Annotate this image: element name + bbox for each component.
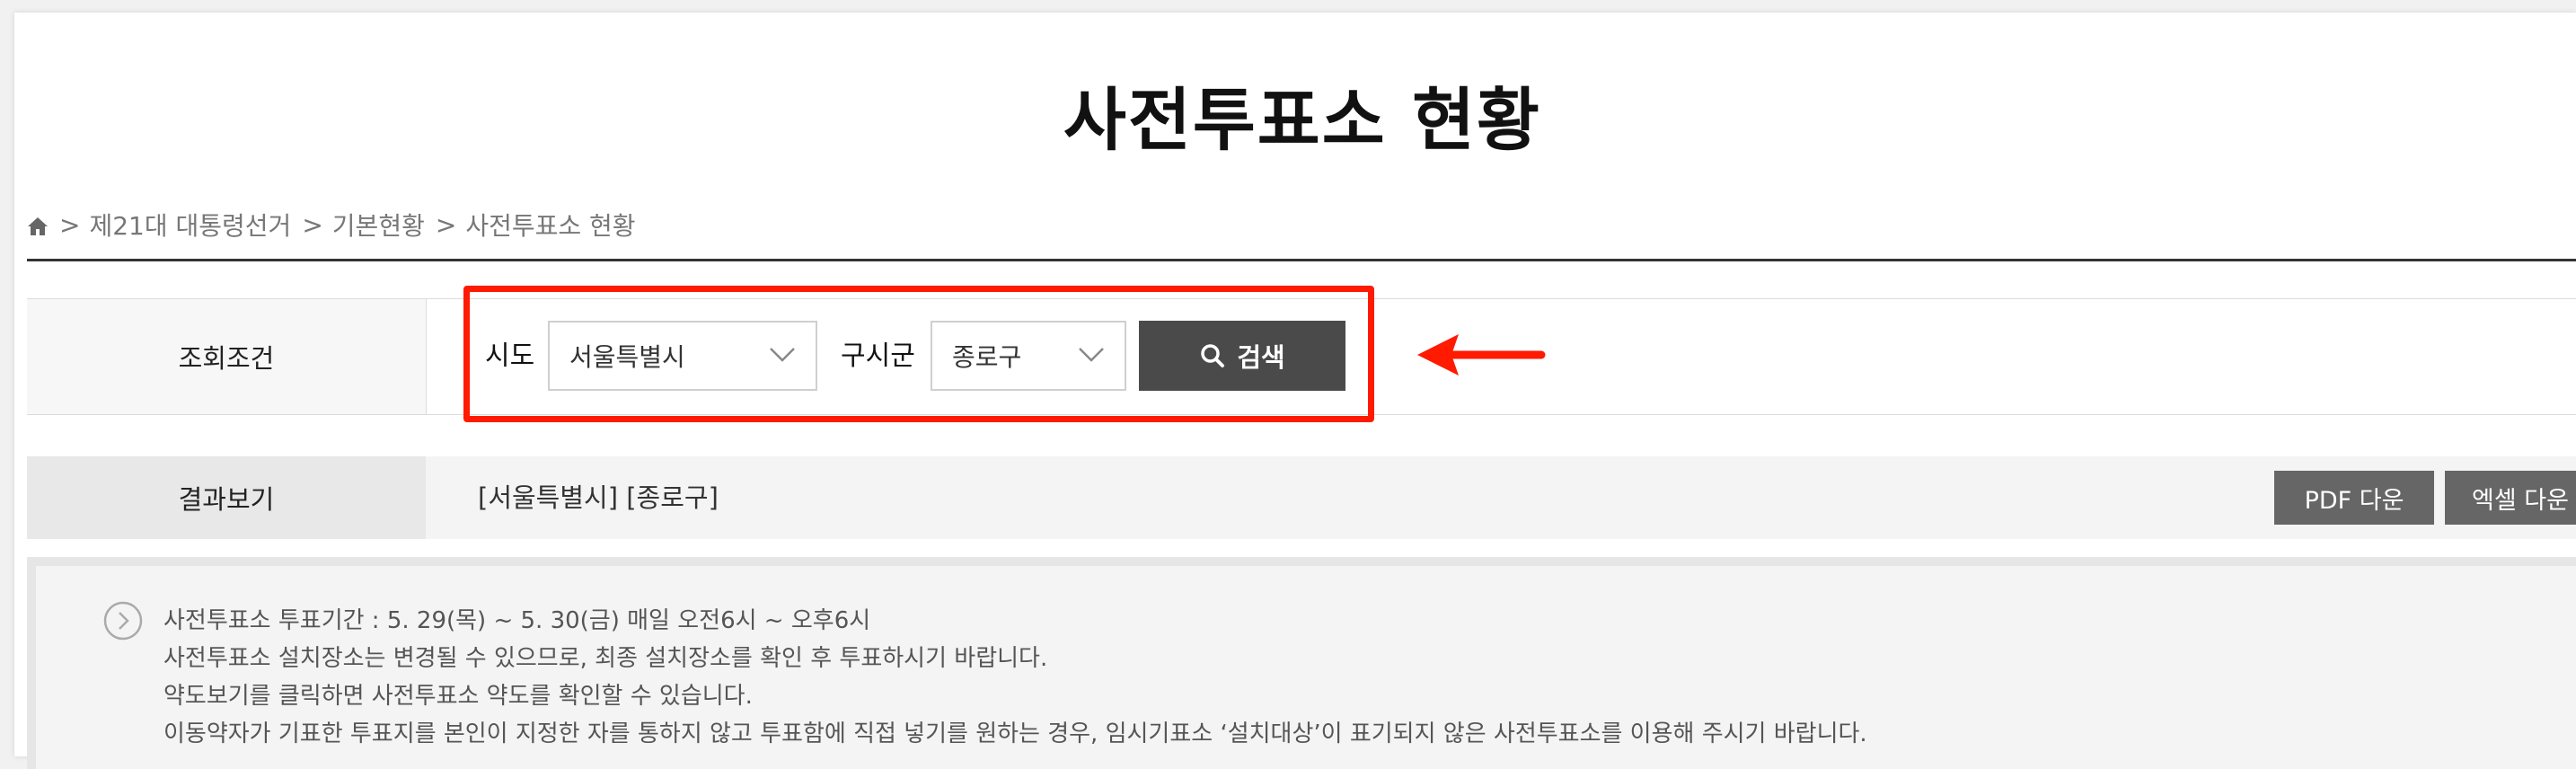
chevron-down-icon — [770, 348, 795, 362]
notice-text: 사전투표소 투표기간 : 5. 29(목) ~ 5. 30(금) 매일 오전6시… — [163, 602, 1867, 753]
sido-label: 시도 — [485, 340, 535, 372]
notice-line: 이동약자가 기표한 투표지를 본인이 지정한 자를 통하지 않고 투표함에 직접… — [163, 720, 1867, 747]
pdf-download-button[interactable]: PDF 다운 — [2274, 471, 2434, 525]
gusigun-label: 구시군 — [841, 340, 915, 372]
excel-download-button[interactable]: 엑셀 다운 — [2445, 471, 2576, 525]
breadcrumb: > 제21대 대통령선거 > 기본현황 > 사전투표소 현황 — [27, 205, 636, 244]
breadcrumb-item-basic-status[interactable]: 기본현황 — [332, 207, 425, 243]
breadcrumb-separator: > — [302, 209, 323, 240]
page-container: 사전투표소 현황 > 제21대 대통령선거 > 기본현황 > 사전투표소 현황 … — [14, 13, 2576, 769]
notice-line: 사전투표소 투표기간 : 5. 29(목) ~ 5. 30(금) 매일 오전6시… — [163, 607, 871, 634]
chevron-down-icon — [1079, 348, 1104, 362]
notice-box: 사전투표소 투표기간 : 5. 29(목) ~ 5. 30(금) 매일 오전6시… — [27, 557, 2576, 769]
home-icon[interactable] — [27, 214, 49, 235]
breadcrumb-item-election[interactable]: 제21대 대통령선거 — [89, 207, 291, 243]
search-button[interactable]: 검색 — [1139, 321, 1345, 391]
notice-line: 약도보기를 클릭하면 사전투표소 약도를 확인할 수 있습니다. — [163, 683, 753, 710]
title-divider — [27, 259, 2576, 261]
result-row: 결과보기 [서울특별시] [종로구] PDF 다운 엑셀 다운 — [27, 456, 2576, 539]
search-icon — [1201, 344, 1225, 367]
sido-select-value: 서울특별시 — [569, 342, 685, 372]
sido-select[interactable]: 서울특별시 — [548, 321, 817, 391]
page-title: 사전투표소 현황 — [1063, 80, 1541, 160]
search-condition-row: 조회조건 시도 서울특별시 구시군 종로구 검색 — [27, 298, 2576, 415]
breadcrumb-item-current: 사전투표소 현황 — [465, 211, 636, 241]
search-button-label: 검색 — [1237, 342, 1285, 373]
gusigun-select[interactable]: 종로구 — [931, 321, 1126, 391]
result-label: 결과보기 — [27, 456, 426, 539]
search-condition-label: 조회조건 — [27, 299, 427, 414]
chevron-right-circle-icon — [103, 601, 143, 641]
notice-line: 사전투표소 설치장소는 변경될 수 있으므로, 최종 설치장소를 확인 후 투표… — [163, 645, 1048, 672]
breadcrumb-separator: > — [435, 209, 457, 240]
breadcrumb-separator: > — [59, 209, 81, 240]
annotation-arrow-icon — [1417, 334, 1546, 376]
result-summary: [서울특별시] [종로구] — [478, 482, 719, 513]
gusigun-select-value: 종로구 — [952, 342, 1022, 372]
